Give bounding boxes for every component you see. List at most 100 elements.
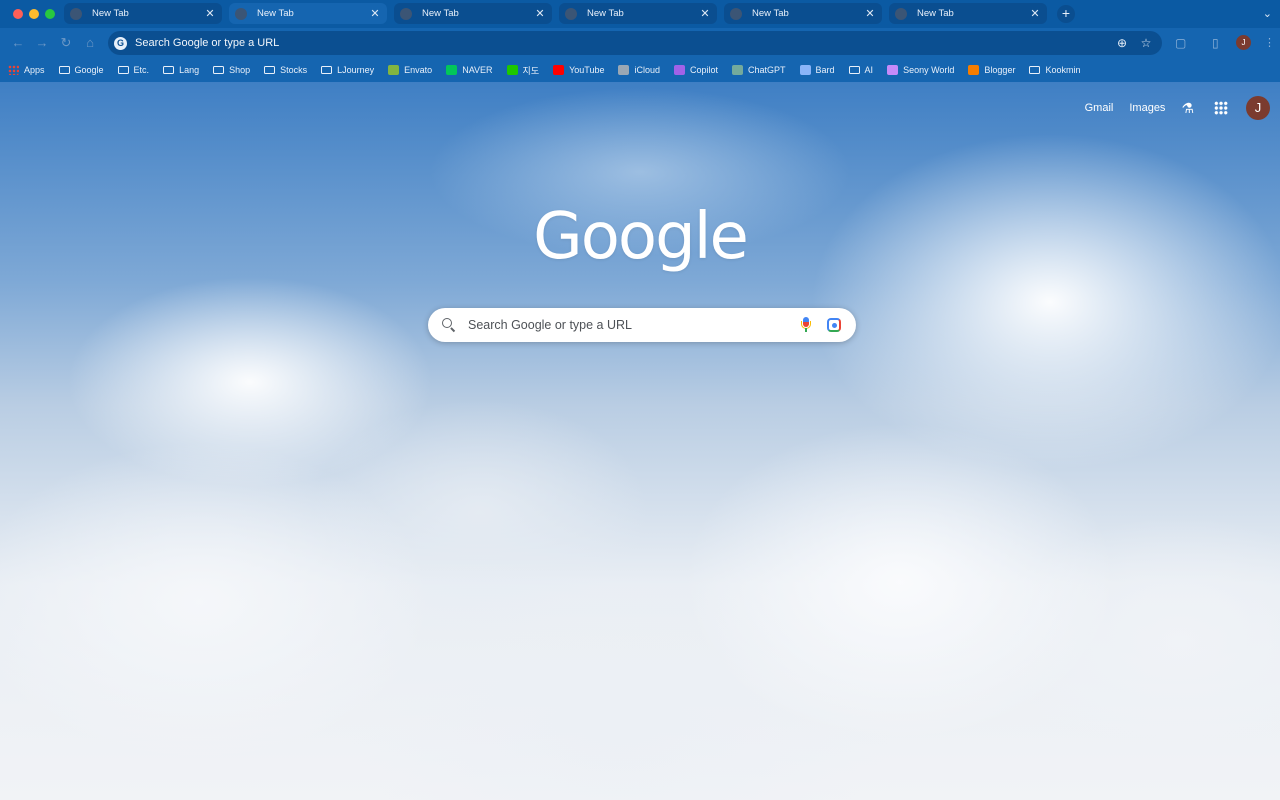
tab-close-icon[interactable]: ✕	[369, 7, 381, 20]
bookmark-lang[interactable]: Lang	[163, 65, 199, 75]
folder-icon	[848, 66, 860, 74]
bookmark-bard[interactable]: Bard	[799, 65, 835, 75]
tab[interactable]: New Tab ✕	[64, 3, 222, 24]
youtube-icon	[553, 65, 565, 75]
bookmark-kookmin[interactable]: Kookmin	[1029, 65, 1080, 75]
bookmark-envato[interactable]: Envato	[388, 65, 432, 75]
bookmark-label: Shop	[229, 65, 251, 75]
seony-icon	[887, 65, 899, 75]
address-bar-placeholder[interactable]: Search Google or type a URL	[135, 37, 1114, 49]
zoom-icon[interactable]: ⊕	[1114, 36, 1130, 50]
reload-icon[interactable]: ↻	[58, 35, 74, 51]
bookmark-label: Lang	[179, 65, 200, 75]
bookmark-copilot[interactable]: Copilot	[674, 65, 718, 75]
home-icon[interactable]: ⌂	[82, 35, 98, 51]
bookmark-label: Kookmin	[1045, 65, 1081, 75]
tab-active[interactable]: New Tab ✕	[229, 3, 387, 24]
bookmark-icloud[interactable]: iCloud	[618, 65, 660, 75]
forward-icon[interactable]: →	[34, 35, 50, 51]
tab[interactable]: New Tab ✕	[394, 3, 552, 24]
bookmark-label: Etc.	[133, 65, 150, 75]
bookmark-apps[interactable]: Apps	[8, 65, 45, 75]
bookmark-shop[interactable]: Shop	[213, 65, 250, 75]
tab-favicon-icon	[235, 7, 247, 20]
ntp-search-box[interactable]: Search Google or type a URL	[428, 308, 856, 342]
tab-search-icon[interactable]: ⌄	[1263, 7, 1272, 20]
tab-title: New Tab	[752, 8, 789, 19]
tab-close-icon[interactable]: ✕	[864, 7, 876, 20]
address-bar[interactable]: G Search Google or type a URL ⊕ ☆	[108, 31, 1162, 55]
tab-close-icon[interactable]: ✕	[534, 7, 546, 20]
tab-title: New Tab	[587, 8, 624, 19]
bookmarks-bar: Apps Google Etc. Lang Shop Stocks LJourney Enva…	[0, 58, 1280, 82]
images-link[interactable]: Images	[1129, 102, 1165, 114]
search-input[interactable]: Search Google or type a URL	[468, 318, 799, 332]
bookmark-label: Bard	[815, 65, 835, 75]
bookmark-label: Seony World	[903, 65, 955, 75]
bookmark-youtube[interactable]: YouTube	[553, 65, 604, 75]
bookmark-etc-[interactable]: Etc.	[117, 65, 150, 75]
back-icon[interactable]: ←	[10, 35, 26, 51]
tab[interactable]: New Tab ✕	[889, 3, 1047, 24]
account-avatar[interactable]: J	[1246, 96, 1270, 120]
minimize-window-button[interactable]	[29, 9, 39, 19]
bookmark-ljourney[interactable]: LJourney	[321, 65, 374, 75]
folder-icon	[264, 66, 276, 74]
folder-icon	[163, 66, 175, 74]
bookmark-label: Envato	[404, 65, 433, 75]
bookmark-지도[interactable]: 지도	[506, 64, 540, 77]
bookmark-label: Blogger	[984, 65, 1016, 75]
tab-favicon-icon	[70, 7, 82, 20]
tab-title: New Tab	[92, 8, 129, 19]
bookmark-seony-world[interactable]: Seony World	[887, 65, 954, 75]
bookmark-star-icon[interactable]: ☆	[1138, 36, 1154, 50]
blogger-icon	[968, 65, 980, 75]
bookmark-naver[interactable]: NAVER	[446, 65, 493, 75]
folder-icon	[321, 66, 333, 74]
tab-favicon-icon	[895, 7, 907, 20]
tab[interactable]: New Tab ✕	[559, 3, 717, 24]
chatgpt-icon	[732, 65, 744, 75]
search-labs-icon[interactable]: ⚗	[1181, 100, 1194, 117]
bookmark-blogger[interactable]: Blogger	[968, 65, 1015, 75]
new-tab-page: Gmail Images ⚗ J Google Search Google or…	[0, 82, 1280, 800]
bard-icon	[799, 65, 811, 75]
apple-icon	[618, 65, 630, 75]
folder-icon	[117, 66, 129, 74]
bookmark-label: Copilot	[690, 65, 719, 75]
bookmark-google[interactable]: Google	[58, 65, 104, 75]
google-site-icon: G	[114, 36, 127, 50]
tab[interactable]: New Tab ✕	[724, 3, 882, 24]
gmail-link[interactable]: Gmail	[1085, 102, 1114, 114]
bookmark-label: Google	[74, 65, 104, 75]
google-apps-icon[interactable]	[1214, 101, 1228, 115]
bookmark-ai[interactable]: AI	[848, 65, 874, 75]
tab-title: New Tab	[257, 8, 294, 19]
tab-close-icon[interactable]: ✕	[1029, 7, 1041, 20]
extensions-icon[interactable]: ▢	[1175, 36, 1186, 50]
maximize-window-button[interactable]	[45, 9, 55, 19]
tab-favicon-icon	[565, 7, 577, 20]
google-lens-icon[interactable]	[827, 318, 841, 332]
tab-close-icon[interactable]: ✕	[699, 7, 711, 20]
bookmark-label: ChatGPT	[748, 65, 786, 75]
map-icon	[506, 65, 518, 75]
browser-menu-icon[interactable]: ⋮	[1264, 36, 1275, 49]
folder-icon	[213, 66, 225, 74]
search-icon	[442, 318, 456, 332]
bookmark-stocks[interactable]: Stocks	[264, 65, 307, 75]
bookmark-chatgpt[interactable]: ChatGPT	[732, 65, 786, 75]
tab-close-icon[interactable]: ✕	[204, 7, 216, 20]
bookmark-label: AI	[864, 65, 874, 75]
tab-favicon-icon	[730, 7, 742, 20]
naver-icon	[446, 65, 458, 75]
google-logo: Google	[533, 200, 749, 274]
close-window-button[interactable]	[13, 9, 23, 19]
bookmark-label: iCloud	[634, 65, 660, 75]
side-panel-icon[interactable]: ▯	[1212, 36, 1219, 50]
bookmark-label: YouTube	[569, 65, 605, 75]
bookmark-label: 지도	[522, 65, 540, 76]
profile-avatar[interactable]: J	[1236, 35, 1251, 50]
new-tab-button[interactable]: +	[1057, 5, 1075, 23]
voice-search-icon[interactable]	[799, 317, 813, 333]
